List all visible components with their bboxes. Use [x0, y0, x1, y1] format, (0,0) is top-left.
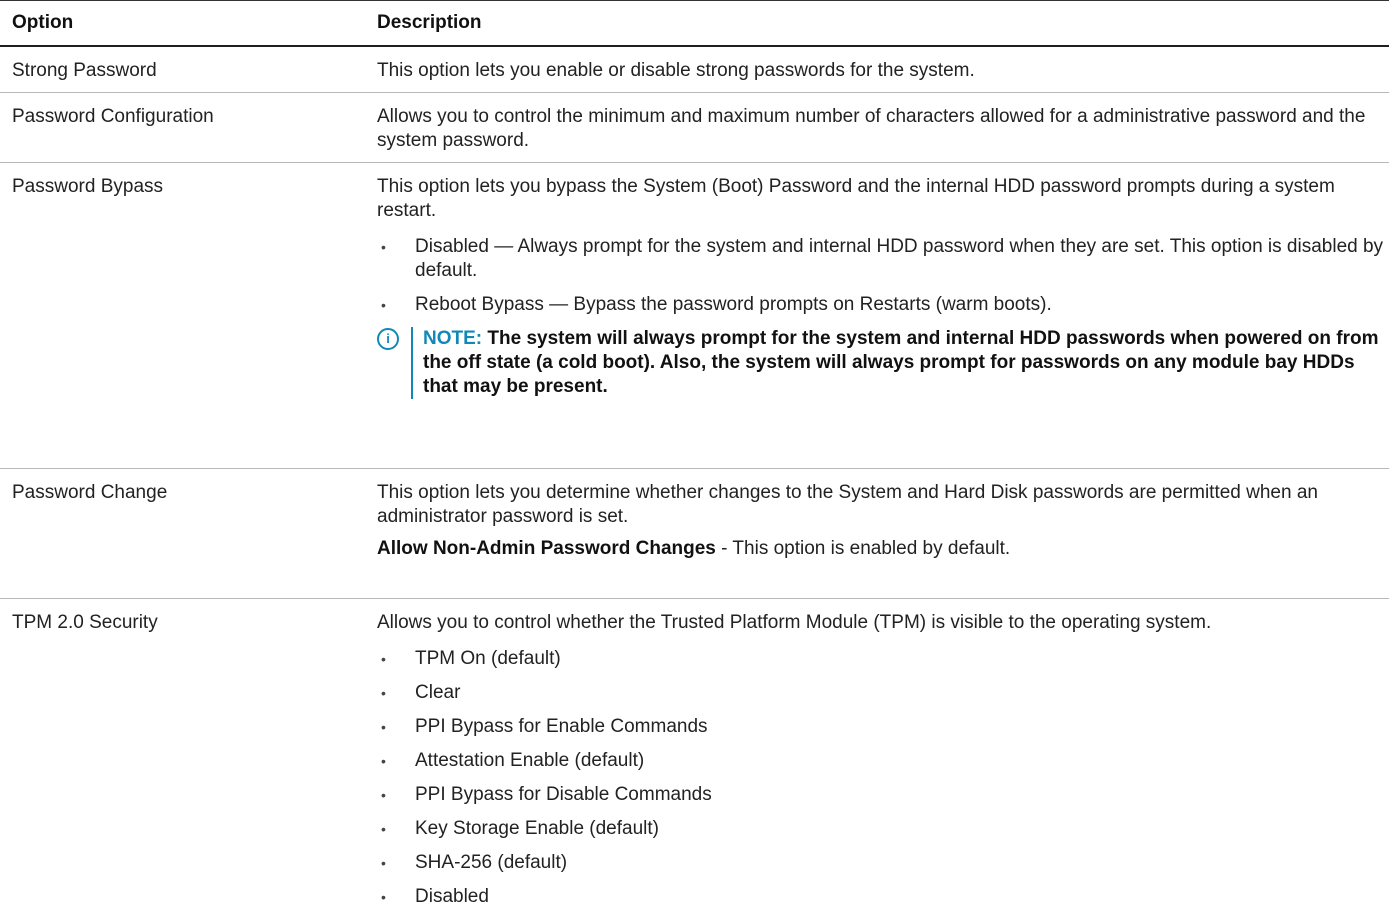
setting-text: - This option is enabled by default.: [721, 538, 1011, 559]
list-item: Disabled: [377, 885, 1385, 909]
bullet-list: Disabled — Always prompt for the system …: [377, 235, 1385, 317]
header-description: Description: [377, 12, 482, 33]
description-text: This option lets you determine whether c…: [377, 482, 1318, 527]
list-item: Disabled — Always prompt for the system …: [377, 235, 1385, 283]
description-text: This option lets you enable or disable s…: [377, 60, 975, 81]
table-row: Password Configuration Allows you to con…: [0, 93, 1389, 163]
list-item: Attestation Enable (default): [377, 749, 1385, 773]
list-item: SHA-256 (default): [377, 851, 1385, 875]
table-row: Password Change This option lets you det…: [0, 469, 1389, 599]
option-name: Password Configuration: [12, 106, 214, 127]
option-description: Allows you to control whether the Truste…: [377, 599, 1389, 919]
list-item: PPI Bypass for Enable Commands: [377, 715, 1385, 739]
option-description: This option lets you determine whether c…: [377, 469, 1389, 598]
option-name: Password Change: [12, 482, 168, 503]
option-description: This option lets you enable or disable s…: [377, 47, 1389, 92]
table-header: Option Description: [0, 0, 1389, 47]
note-box: i NOTE: The system will always prompt fo…: [377, 327, 1385, 399]
setting-name: Allow Non-Admin Password Changes: [377, 538, 716, 559]
table-row: TPM 2.0 Security Allows you to control w…: [0, 599, 1389, 919]
list-item: Clear: [377, 681, 1385, 705]
header-option: Option: [12, 12, 74, 33]
bullet-list: TPM On (default) Clear PPI Bypass for En…: [377, 647, 1385, 909]
option-name: TPM 2.0 Security: [12, 612, 158, 633]
table-row: Strong Password This option lets you ena…: [0, 47, 1389, 93]
option-description: Allows you to control the minimum and ma…: [377, 93, 1389, 162]
list-item: TPM On (default): [377, 647, 1385, 671]
list-item: Key Storage Enable (default): [377, 817, 1385, 841]
note-body: The system will always prompt for the sy…: [423, 328, 1379, 397]
list-item: PPI Bypass for Disable Commands: [377, 783, 1385, 807]
option-name: Strong Password: [12, 60, 157, 81]
description-text: Allows you to control the minimum and ma…: [377, 106, 1366, 151]
note-divider: [411, 327, 413, 399]
note-label: NOTE:: [423, 328, 483, 349]
description-text: Allows you to control whether the Truste…: [377, 612, 1212, 633]
security-options-table: Option Description Strong Password This …: [0, 0, 1389, 919]
description-text: This option lets you bypass the System (…: [377, 176, 1335, 221]
table-row: Password Bypass This option lets you byp…: [0, 163, 1389, 469]
option-description: This option lets you bypass the System (…: [377, 163, 1389, 468]
list-item: Reboot Bypass — Bypass the password prom…: [377, 293, 1385, 317]
info-icon: i: [377, 328, 399, 350]
setting-line: Allow Non-Admin Password Changes - This …: [377, 537, 1385, 561]
note-text: NOTE: The system will always prompt for …: [423, 327, 1385, 399]
option-name: Password Bypass: [12, 176, 164, 197]
